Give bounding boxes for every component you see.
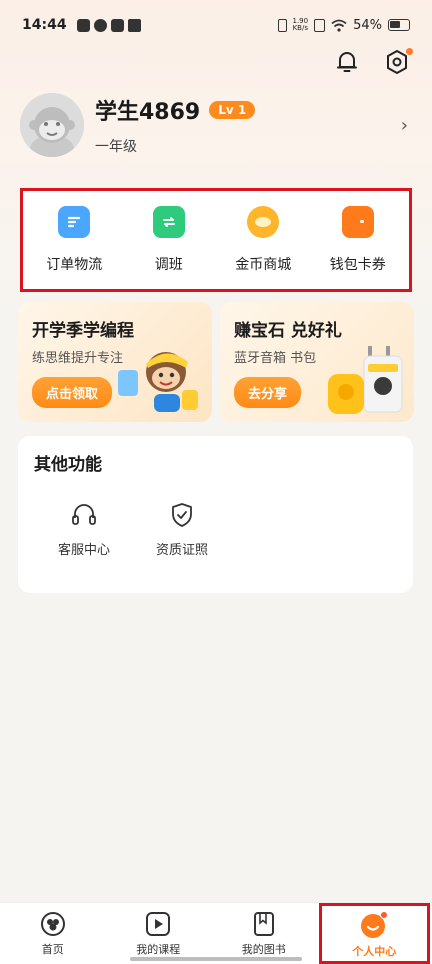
profile-info: 学生4869 Lv 1 一年级	[95, 94, 256, 156]
top-actions	[334, 48, 413, 76]
battery-percent: 54%	[353, 17, 382, 33]
headset-icon	[72, 504, 96, 525]
other-item-label: 资质证照	[155, 543, 208, 558]
tiktok-icon	[110, 18, 124, 32]
monkey-avatar-icon	[20, 93, 84, 157]
nav-home[interactable]: 首页	[0, 903, 106, 964]
speaker-luggage-illustration	[328, 346, 403, 414]
notification-button[interactable]	[334, 48, 360, 76]
notification-icons	[76, 18, 141, 32]
profile-header[interactable]: 学生4869 Lv 1 一年级 ›	[20, 90, 412, 160]
section-title: 其他功能	[34, 455, 102, 475]
monkey-mascot-illustration	[118, 352, 198, 412]
bell-icon	[337, 52, 357, 72]
status-right: 1.90 KB/s 54%	[277, 17, 410, 33]
switch-class-icon	[152, 206, 185, 238]
status-time: 14:44	[22, 17, 67, 33]
notification-app-icon	[127, 18, 141, 32]
other-functions-list: 客服中心 资质证照	[34, 501, 397, 558]
promo-title: 开学季学编程	[32, 321, 134, 341]
vibrate-icon	[277, 18, 287, 32]
level-badge: Lv 1	[209, 101, 256, 119]
home-icon	[40, 912, 65, 936]
quick-action-wallet[interactable]: 钱包卡券	[314, 206, 402, 274]
sim-off-icon	[314, 18, 326, 32]
play-course-icon	[146, 912, 171, 936]
quick-actions-card: 订单物流 调班 金币商城 钱包卡券	[20, 188, 412, 292]
nav-label: 我的图书	[241, 943, 286, 956]
profile-smile-icon	[361, 911, 389, 938]
quick-action-label: 金币商城	[235, 257, 292, 273]
share-button[interactable]: 去分享	[234, 377, 302, 408]
promo-card-coding[interactable]: 开学季学编程 练思维提升专注 点击领取	[18, 302, 212, 422]
other-item-label: 客服中心	[57, 543, 110, 558]
quick-action-label: 钱包卡券	[329, 257, 386, 273]
quick-action-order-logistics[interactable]: 订单物流	[30, 206, 118, 274]
nav-label: 我的课程	[136, 943, 181, 956]
shield-check-icon	[172, 503, 192, 527]
wifi-icon	[331, 19, 347, 32]
avatar[interactable]	[20, 93, 84, 157]
bottom-navigation: 首页 我的课程 我的图书 个人中心	[0, 902, 432, 964]
qualification-item[interactable]: 资质证照	[132, 501, 232, 558]
quick-action-label: 订单物流	[46, 257, 103, 273]
other-functions-card: 其他功能 客服中心 资质证照	[18, 436, 413, 593]
settings-button[interactable]	[384, 48, 413, 76]
nav-my-books[interactable]: 我的图书	[211, 903, 317, 964]
quick-action-switch-class[interactable]: 调班	[125, 206, 213, 274]
status-bar: 14:44 1.90 KB/s 54%	[0, 0, 432, 50]
order-logistics-icon	[58, 206, 91, 238]
wallet-icon	[341, 206, 374, 238]
settings-badge	[406, 48, 413, 55]
nav-profile-center[interactable]: 个人中心	[318, 903, 430, 964]
coin-mall-icon	[247, 206, 280, 238]
book-icon	[253, 912, 274, 936]
quick-action-label: 调班	[154, 257, 183, 273]
notification-app-icon	[93, 18, 107, 32]
username: 学生4869	[95, 100, 201, 125]
promo-card-gems[interactable]: 赚宝石 兑好礼 蓝牙音箱 书包 去分享	[220, 302, 414, 422]
battery-icon	[388, 19, 410, 31]
nav-my-courses[interactable]: 我的课程	[106, 903, 212, 964]
grade-label: 一年级	[95, 139, 137, 155]
quick-action-coin-mall[interactable]: 金币商城	[219, 206, 307, 274]
chevron-right-icon[interactable]: ›	[401, 115, 408, 136]
nav-label: 个人中心	[352, 945, 397, 958]
home-indicator	[130, 957, 302, 961]
notification-app-icon	[76, 18, 90, 32]
net-speed: 1.90 KB/s	[293, 18, 309, 32]
name-row: 学生4869 Lv 1	[95, 94, 256, 126]
nav-label: 首页	[41, 943, 64, 956]
claim-button[interactable]: 点击领取	[32, 377, 113, 408]
promo-title: 赚宝石 兑好礼	[234, 321, 342, 341]
net-speed-unit: KB/s	[292, 24, 308, 32]
customer-service-item[interactable]: 客服中心	[34, 501, 134, 558]
